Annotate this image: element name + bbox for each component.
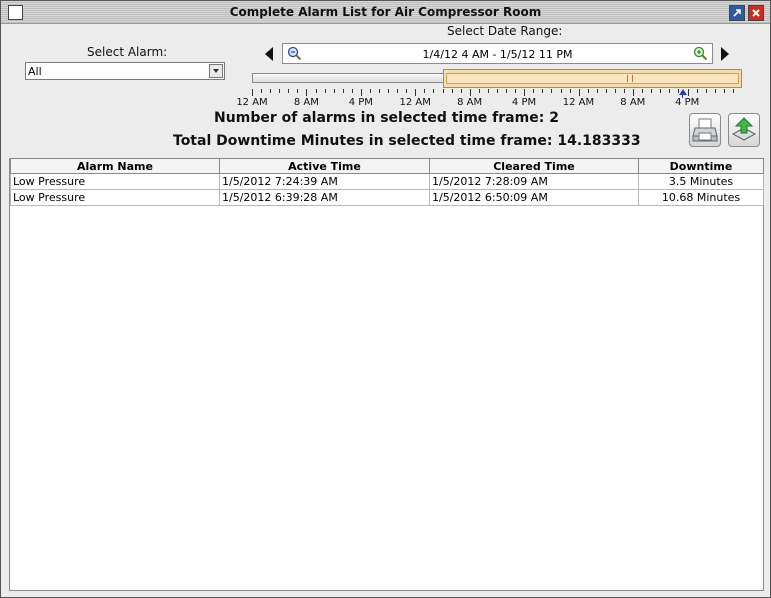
date-range-field[interactable]: 1/4/12 4 AM - 1/5/12 11 PM [282, 43, 713, 64]
cell-cleared-time: 1/5/2012 6:50:09 AM [429, 189, 639, 206]
timeline-tick-label: 8 AM [293, 97, 319, 108]
timeline-tick-label: 12 AM [236, 97, 268, 108]
chevron-down-icon [213, 69, 219, 73]
select-alarm-label: Select Alarm: [87, 45, 168, 59]
date-range-value: 1/4/12 4 AM - 1/5/12 11 PM [422, 48, 573, 61]
downtime-value: 14.183333 [557, 133, 641, 149]
cell-active-time: 1/5/2012 6:39:28 AM [219, 189, 430, 206]
timeline-range-window[interactable] [443, 69, 742, 88]
current-time-marker [679, 89, 687, 95]
next-range-button[interactable] [721, 47, 729, 61]
alarm-list-window: Complete Alarm List for Air Compressor R… [0, 0, 771, 598]
column-header-cleared-time[interactable]: Cleared Time [429, 159, 639, 174]
restore-icon [733, 9, 741, 17]
title-bar: Complete Alarm List for Air Compressor R… [1, 1, 770, 24]
alarm-event-marks [627, 75, 633, 82]
timeline-tick-label: 12 AM [562, 97, 595, 108]
table-row[interactable]: Low Pressure 1/5/2012 6:39:28 AM 1/5/201… [10, 189, 764, 206]
export-icon [731, 117, 757, 141]
timeline-tick-label: 8 AM [457, 97, 483, 108]
cell-cleared-time: 1/5/2012 7:28:09 AM [429, 173, 639, 190]
cell-alarm-name: Low Pressure [10, 173, 220, 190]
close-icon [752, 9, 760, 17]
timeline-tick-label: 4 PM [348, 97, 373, 108]
cell-downtime: 3.5 Minutes [638, 173, 764, 190]
dropdown-button[interactable] [209, 64, 223, 78]
cell-alarm-name: Low Pressure [10, 189, 220, 206]
restore-button[interactable] [729, 5, 745, 21]
alarm-table-container[interactable]: Alarm Name Active Time Cleared Time Down… [9, 158, 764, 591]
timeline-tick-label: 12 AM [399, 97, 431, 108]
window-title: Complete Alarm List for Air Compressor R… [229, 5, 542, 19]
alarm-select[interactable]: All [25, 62, 225, 80]
column-header-active-time[interactable]: Active Time [219, 159, 430, 174]
cell-active-time: 1/5/2012 7:24:39 AM [219, 173, 430, 190]
zoom-in-button[interactable] [693, 46, 708, 64]
previous-range-button[interactable] [265, 47, 273, 61]
date-range-label: Select Date Range: [447, 24, 563, 38]
close-button[interactable] [748, 5, 764, 21]
timeline-tick-label: 8 AM [620, 97, 646, 108]
timeline-range-inner [446, 73, 739, 84]
cell-downtime: 10.68 Minutes [638, 189, 764, 206]
downtime-label: Total Downtime Minutes in selected time … [173, 133, 553, 149]
table-header-row: Alarm Name Active Time Cleared Time Down… [10, 159, 764, 174]
table-row[interactable]: Low Pressure 1/5/2012 7:24:39 AM 1/5/201… [10, 173, 764, 190]
print-button[interactable] [689, 113, 721, 147]
zoom-in-icon [693, 46, 708, 61]
alarm-count-label: Number of alarms in selected time frame: [214, 110, 545, 126]
alarm-count-value: 2 [549, 110, 559, 126]
alarm-select-value: All [28, 65, 42, 78]
column-header-downtime[interactable]: Downtime [638, 159, 764, 174]
alarm-count-line: Number of alarms in selected time frame:… [1, 110, 771, 126]
timeline-tick-label: 4 PM [511, 97, 537, 108]
downtime-line: Total Downtime Minutes in selected time … [173, 133, 641, 149]
alarm-table: Alarm Name Active Time Cleared Time Down… [10, 159, 764, 206]
export-button[interactable] [728, 113, 760, 147]
printer-icon [692, 118, 718, 142]
timeline-ticks [252, 89, 734, 96]
column-header-alarm-name[interactable]: Alarm Name [10, 159, 220, 174]
timeline-tick-label: 4 PM [675, 97, 700, 108]
